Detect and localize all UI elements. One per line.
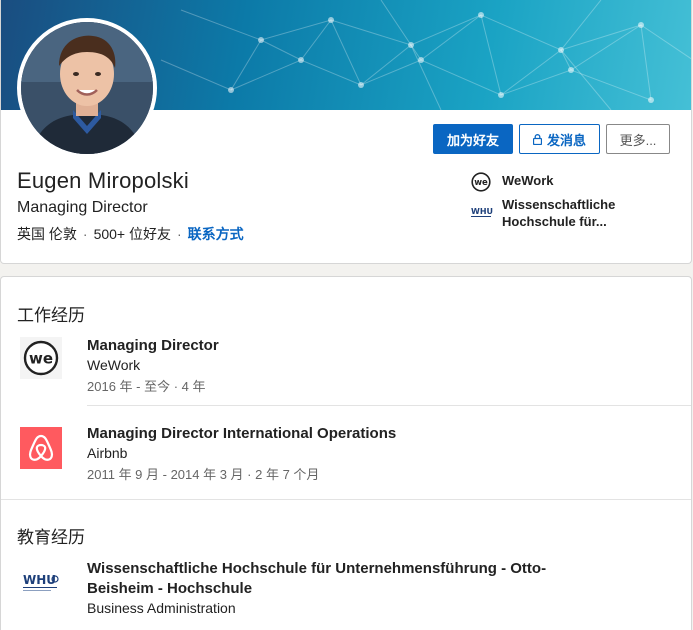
profile-name: Eugen Miropolski — [17, 168, 189, 193]
experience-dates: 2011 年 9 月 - 2014 年 3 月 · 2 年 7 个月 — [87, 467, 320, 482]
school-name: Wissenschaftliche Hochschule für... — [502, 197, 616, 229]
whu-logo-text: WHU — [23, 573, 56, 587]
whu-logo-icon: WHU — [20, 562, 62, 604]
profile-connections[interactable]: 500+ 位好友 — [94, 226, 171, 242]
profile-headline: Managing Director — [17, 199, 148, 216]
separator-dot: · — [82, 226, 88, 242]
experience-title: Managing Director International Operatio… — [87, 425, 397, 442]
wework-logo-icon: we — [471, 172, 491, 192]
education-school: Wissenschaftliche Hochschule für Unterne… — [87, 560, 547, 597]
message-button-label: 发消息 — [546, 132, 586, 148]
profile-top-card: 加为好友 发消息 更多... Eugen Miropolski Managing… — [0, 0, 692, 264]
separator-dot: · — [177, 226, 182, 242]
experience-company: Airbnb — [87, 445, 128, 461]
profile-avatar[interactable] — [17, 18, 157, 158]
experience-card: 工作经历 we Managing Director WeWork 2016 年 … — [0, 276, 692, 630]
experience-company: WeWork — [87, 357, 141, 373]
more-button[interactable]: 更多... — [606, 124, 670, 154]
current-company-link[interactable]: we WeWork — [471, 172, 671, 192]
wework-logo-icon: we — [20, 337, 62, 379]
person-photo — [21, 22, 153, 154]
add-friend-button[interactable]: 加为好友 — [433, 124, 513, 154]
wework-logo-text: we — [29, 350, 53, 368]
experience-dates: 2016 年 - 至今 · 4 年 — [87, 379, 206, 394]
experience-title: Managing Director — [87, 337, 219, 354]
message-button[interactable]: 发消息 — [519, 124, 600, 154]
education-section-title: 教育经历 — [17, 528, 85, 547]
contact-info-link[interactable]: 联系方式 — [188, 226, 244, 242]
profile-location: 英国 伦敦 — [17, 226, 77, 242]
experience-section-title: 工作经历 — [17, 306, 85, 325]
whu-logo-icon: WHU — [471, 207, 493, 217]
lock-icon — [532, 133, 542, 145]
divider — [87, 405, 691, 406]
school-link[interactable]: WHU Wissenschaftliche Hochschule für... — [471, 196, 671, 232]
profile-meta: 英国 伦敦 · 500+ 位好友 · 联系方式 — [17, 224, 244, 244]
airbnb-logo-icon — [20, 427, 62, 469]
whu-logo-text: WHU — [471, 207, 493, 216]
current-company-name: WeWork — [502, 173, 554, 188]
wework-logo-text: we — [474, 178, 488, 188]
education-field: Business Administration — [87, 600, 236, 616]
section-divider — [1, 499, 691, 500]
